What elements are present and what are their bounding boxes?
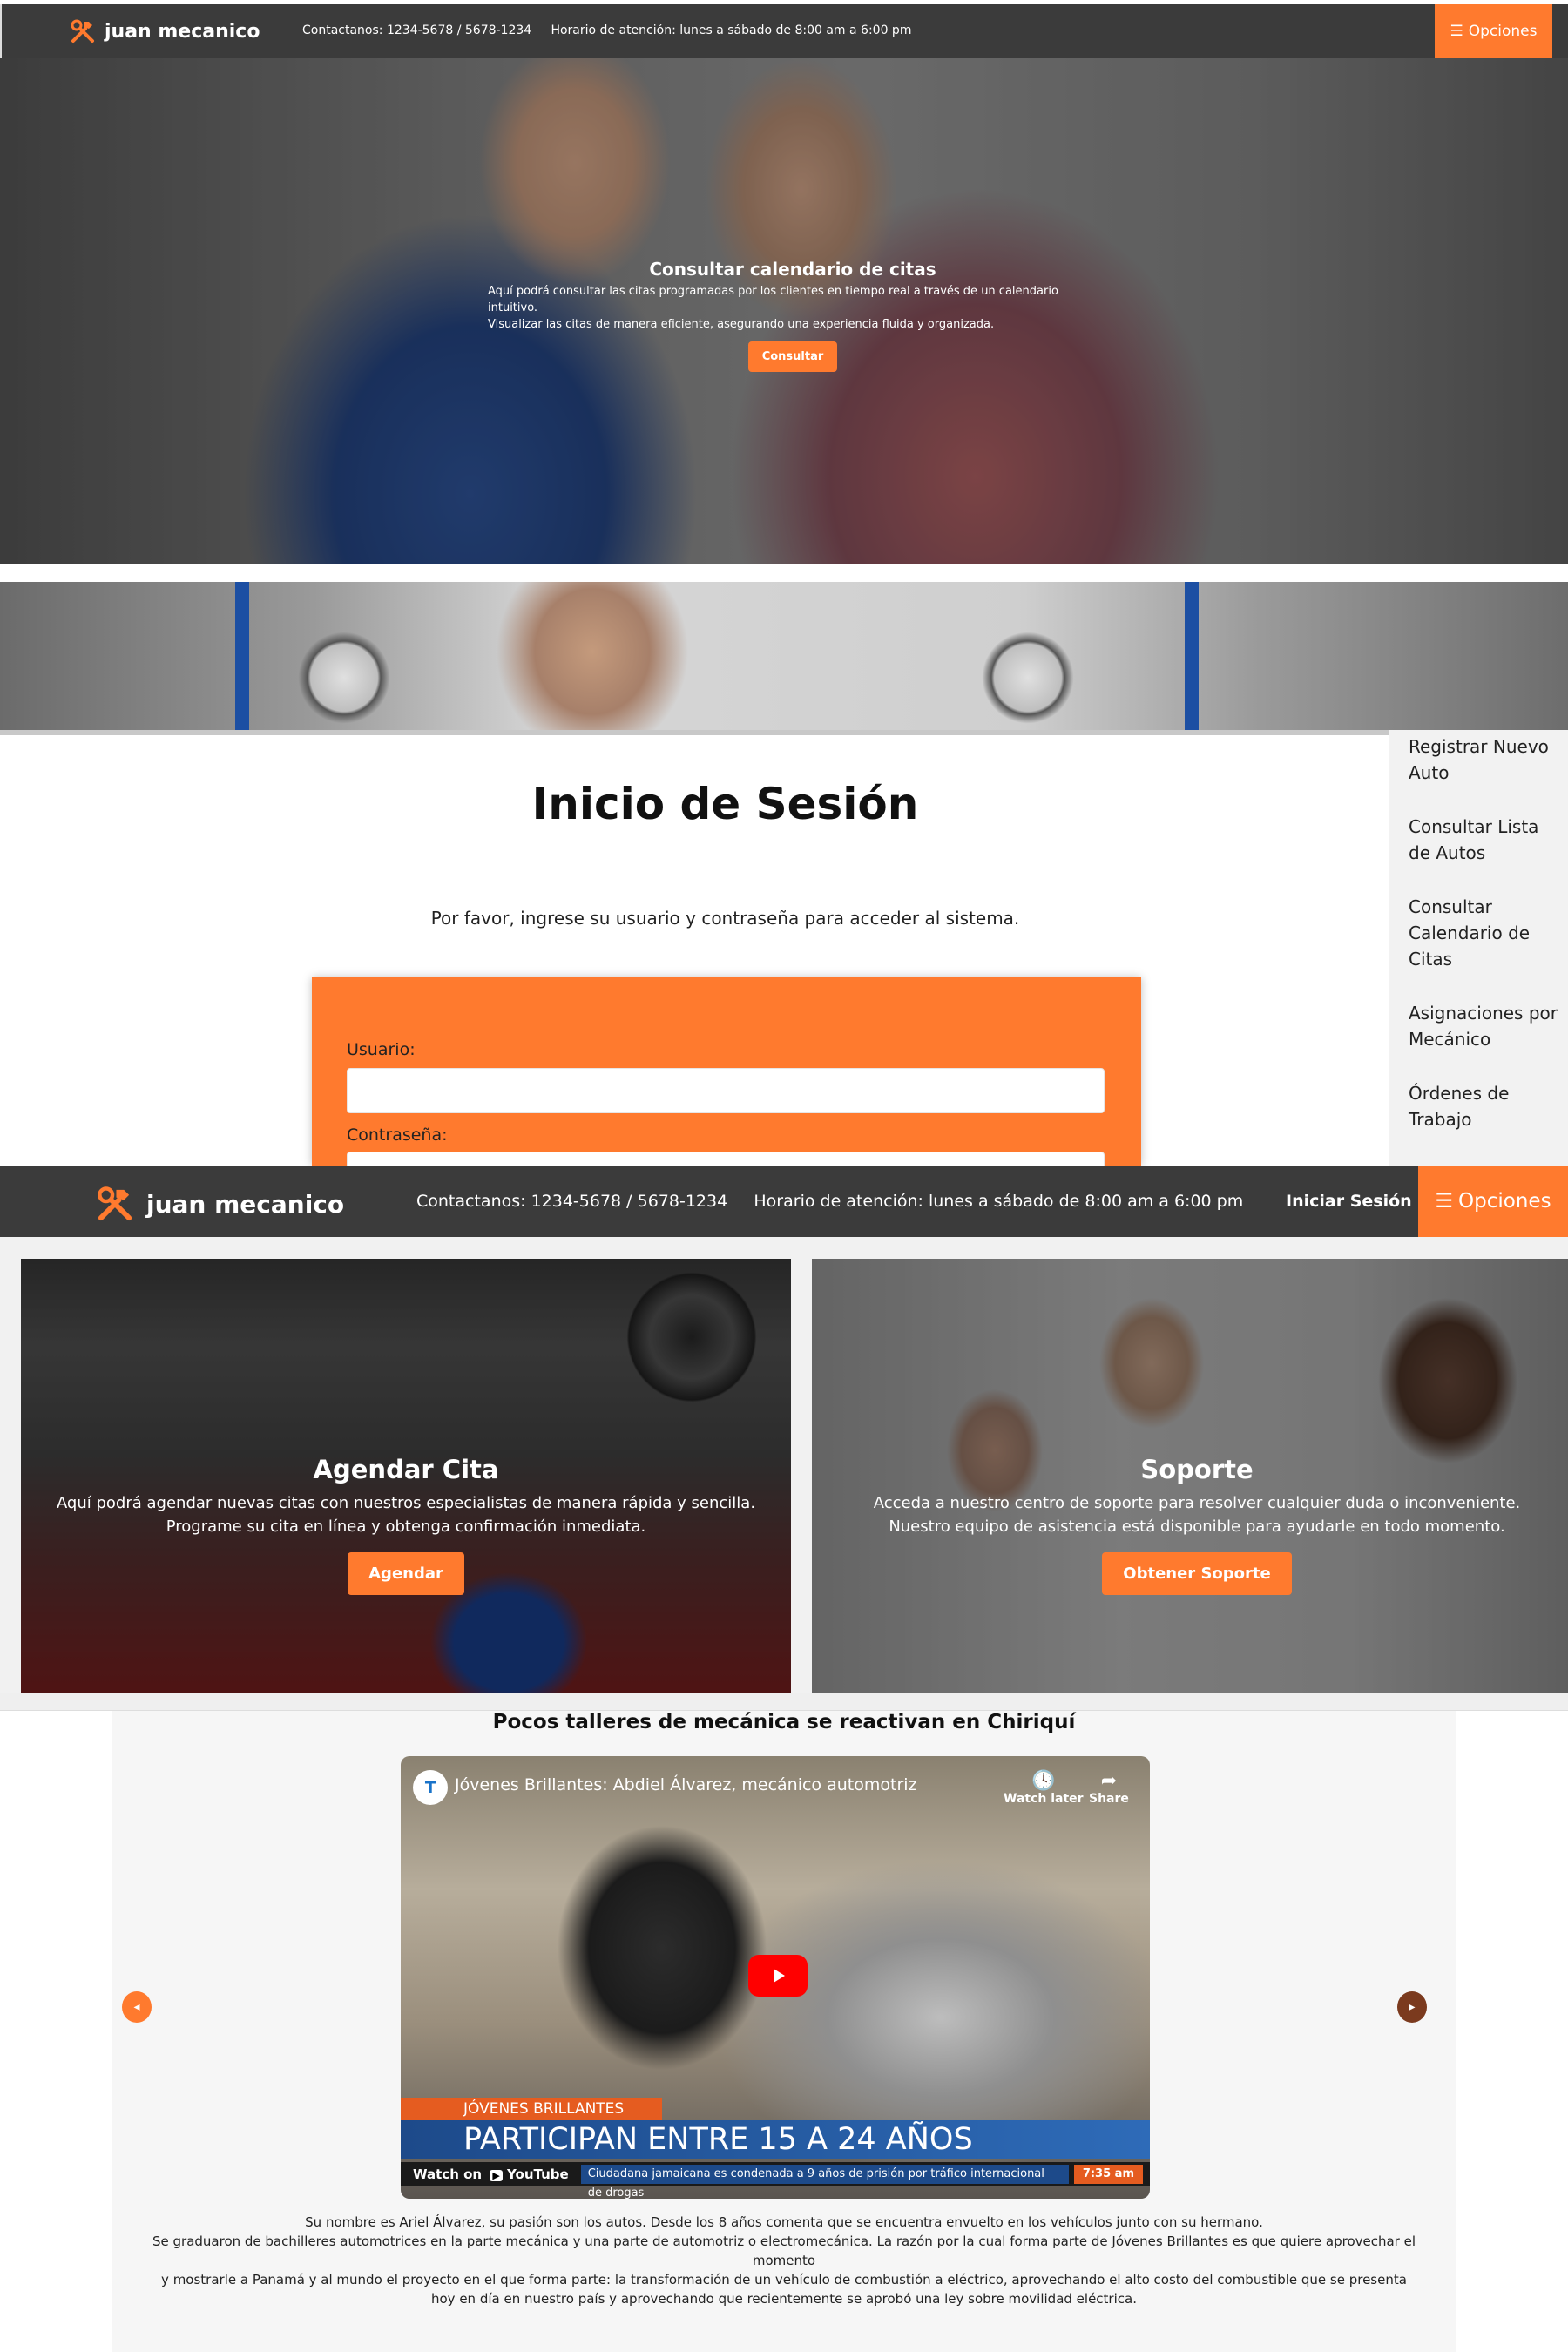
carousel-next-button[interactable]: ▸: [1397, 1991, 1427, 2023]
play-icon: [774, 1969, 785, 1983]
menu-item-assignments[interactable]: Asignaciones por Mecánico: [1409, 1000, 1561, 1052]
ticker-time: 7:35 am: [1073, 2165, 1143, 2184]
hero-title: Consultar calendario de citas: [649, 259, 936, 280]
news-ticker: Ciudadana jamaicana es condenada a 9 año…: [580, 2165, 1069, 2199]
hero-banner: Consultar calendario de citas Aquí podrá…: [0, 58, 1568, 564]
hamburger-icon: ☰: [1450, 23, 1463, 40]
carousel-prev-button[interactable]: ◂: [122, 1991, 152, 2023]
news-paragraph: Su nombre es Ariel Álvarez, su pasión so…: [148, 2213, 1420, 2308]
share-label: Share: [1089, 1792, 1129, 1806]
card-description: Aquí podrá agendar nuevas citas con nues…: [21, 1491, 791, 1538]
options-side-menu: Registrar Nuevo Auto Consultar Lista de …: [1389, 730, 1568, 1166]
login-section: Inicio de Sesión Por favor, ingrese su u…: [0, 735, 1389, 1197]
brand-name: juan mecanico: [105, 20, 260, 43]
play-button[interactable]: [748, 1955, 808, 1997]
schedule-button[interactable]: Agendar: [348, 1552, 464, 1595]
password-label: Contraseña:: [347, 1125, 448, 1145]
brand-logo[interactable]: juan mecanico: [70, 18, 260, 44]
watch-on-text: Watch on: [413, 2166, 483, 2182]
hero-content: Consultar calendario de citas Aquí podrá…: [0, 259, 1568, 372]
options-button[interactable]: ☰ Opciones: [1418, 1166, 1568, 1237]
business-hours: Horario de atención: lunes a sábado de 8…: [754, 1192, 1244, 1211]
login-form-card: Usuario: Contraseña:: [312, 977, 1141, 1197]
wrench-hammer-icon: [71, 19, 94, 43]
hero-description: Aquí podrá consultar las citas programad…: [488, 283, 1098, 333]
business-hours: Horario de atención: lunes a sábado de 8…: [551, 24, 912, 37]
menu-item-calendar[interactable]: Consultar Calendario de Citas: [1409, 894, 1561, 972]
brand-logo[interactable]: juan mecanico: [96, 1185, 344, 1223]
login-title: Inicio de Sesión: [531, 779, 919, 829]
share-icon: ➦: [1100, 1770, 1118, 1792]
menu-item-list-cars[interactable]: Consultar Lista de Autos: [1409, 814, 1561, 866]
news-title: Pocos talleres de mecánica se reactivan …: [492, 1711, 1076, 1734]
chevron-left-icon: ◂: [133, 2000, 140, 2014]
watch-later-button[interactable]: 🕓 Watch later: [1004, 1770, 1084, 1806]
watch-on-label: Watch on ▶ YouTube: [401, 2166, 581, 2182]
card-support: Soporte Acceda a nuestro centro de sopor…: [812, 1259, 1568, 1693]
contact-phone: Contactanos: 1234-5678 / 5678-1234: [302, 24, 532, 37]
section-hero-screenshot: juan mecanico Contactanos: 1234-5678 / 5…: [0, 0, 1568, 564]
video-banner-large: PARTICIPAN ENTRE 15 A 24 AÑOS: [401, 2120, 1150, 2159]
clock-icon: 🕓: [1031, 1770, 1056, 1792]
contact-info: Contactanos: 1234-5678 / 5678-1234 Horar…: [416, 1192, 1243, 1211]
hero-desc-line2: Visualizar las citas de manera eficiente…: [488, 318, 995, 331]
video-title[interactable]: Jóvenes Brillantes: Abdiel Álvarez, mecá…: [455, 1775, 917, 1794]
lift-post-right: [1185, 582, 1199, 730]
contact-info: Contactanos: 1234-5678 / 5678-1234 Horar…: [302, 24, 911, 37]
video-banner-small: JÓVENES BRILLANTES: [401, 2098, 662, 2120]
channel-avatar[interactable]: T: [413, 1770, 448, 1805]
menu-item-register-car[interactable]: Registrar Nuevo Auto: [1409, 733, 1561, 786]
top-navbar-small: juan mecanico Contactanos: 1234-5678 / 5…: [0, 4, 1568, 58]
card-content: Soporte Acceda a nuestro centro de sopor…: [812, 1455, 1568, 1595]
news-line2: Se graduaron de bachilleres automotrices…: [152, 2234, 1416, 2268]
consult-button[interactable]: Consultar: [747, 341, 838, 372]
options-label: Opciones: [1468, 23, 1538, 40]
username-input[interactable]: [347, 1068, 1105, 1113]
chevron-right-icon: ▸: [1409, 2000, 1416, 2014]
card-schedule-appointment: Agendar Cita Aquí podrá agendar nuevas c…: [21, 1259, 791, 1693]
login-hero-strip: [0, 582, 1568, 730]
services-section: Agendar Cita Aquí podrá agendar nuevas c…: [0, 1237, 1568, 1693]
card-title: Soporte: [1140, 1455, 1254, 1484]
options-button[interactable]: ☰ Opciones: [1435, 4, 1552, 58]
hero-desc-line1: Aquí podrá consultar las citas programad…: [488, 285, 1058, 314]
youtube-wordmark: YouTube: [507, 2166, 569, 2182]
card-desc-line1: Aquí podrá agendar nuevas citas con nues…: [56, 1494, 756, 1512]
wrench-hammer-icon: [98, 1186, 132, 1221]
watch-later-label: Watch later: [1004, 1792, 1084, 1806]
contact-phone: Contactanos: 1234-5678 / 5678-1234: [416, 1192, 728, 1211]
video-player[interactable]: T Jóvenes Brillantes: Abdiel Álvarez, me…: [401, 1756, 1150, 2199]
browser-chrome-fragment: [0, 1693, 1568, 1711]
username-label: Usuario:: [347, 1040, 416, 1059]
login-subtitle: Por favor, ingrese su usuario y contrase…: [430, 908, 1020, 929]
hamburger-icon: ☰: [1435, 1190, 1454, 1213]
options-label: Opciones: [1458, 1190, 1551, 1213]
card-content: Agendar Cita Aquí podrá agendar nuevas c…: [21, 1455, 791, 1595]
card-title: Agendar Cita: [313, 1455, 499, 1484]
news-line1: Su nombre es Ariel Álvarez, su pasión so…: [305, 2214, 1263, 2230]
youtube-icon: ▶: [490, 2170, 503, 2181]
card-desc-line2: Nuestro equipo de asistencia está dispon…: [889, 1517, 1505, 1536]
lift-post-left: [235, 582, 249, 730]
card-desc-line1: Acceda a nuestro centro de soporte para …: [873, 1494, 1521, 1512]
share-button[interactable]: ➦ Share: [1089, 1770, 1129, 1806]
watch-on-youtube-bar[interactable]: Watch on ▶ YouTube Ciudadana jamaicana e…: [401, 2162, 1150, 2199]
top-navbar-large: juan mecanico Contactanos: 1234-5678 / 5…: [0, 1166, 1568, 1237]
card-desc-line2: Programe su cita en línea y obtenga conf…: [166, 1517, 646, 1536]
support-button[interactable]: Obtener Soporte: [1102, 1552, 1292, 1595]
menu-item-work-orders[interactable]: Órdenes de Trabajo: [1409, 1080, 1561, 1132]
card-description: Acceda a nuestro centro de soporte para …: [812, 1491, 1568, 1538]
login-link[interactable]: Iniciar Sesión: [1286, 1192, 1412, 1211]
brand-name: juan mecanico: [146, 1189, 345, 1219]
news-line3: y mostrarle a Panamá y al mundo el proye…: [161, 2272, 1407, 2307]
